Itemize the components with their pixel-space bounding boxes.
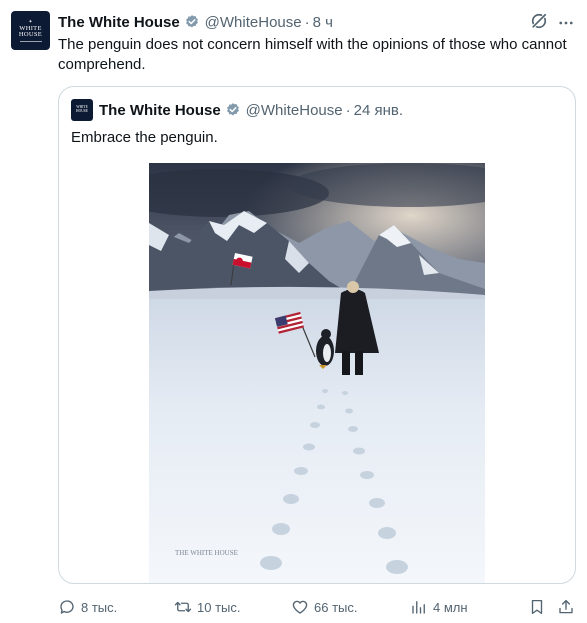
tweet-header: The White House @WhiteHouse · 8 ч bbox=[58, 12, 575, 32]
avatar-text-line2: HOUSE bbox=[18, 31, 43, 38]
media-watermark: THE WHITE HOUSE bbox=[175, 549, 238, 557]
bookmark-button[interactable] bbox=[528, 596, 546, 618]
reply-count: 8 тыс. bbox=[81, 599, 118, 615]
views-icon bbox=[412, 601, 425, 614]
penguin-snow-illustration: THE WHITE HOUSE bbox=[149, 163, 485, 583]
bookmark-icon bbox=[531, 599, 543, 615]
quoted-author-handle: @WhiteHouse bbox=[245, 101, 343, 119]
crest-icon: ✦ bbox=[28, 19, 33, 25]
quoted-text: Embrace the penguin. bbox=[71, 129, 218, 146]
separator-dot: · bbox=[345, 101, 351, 119]
repost-button[interactable]: 10 тыс. bbox=[174, 596, 240, 618]
repost-count: 10 тыс. bbox=[197, 599, 241, 615]
author-name[interactable]: The White House bbox=[58, 14, 180, 31]
avatar[interactable]: ✦ WHITE HOUSE bbox=[11, 11, 50, 50]
share-icon bbox=[559, 599, 573, 614]
reply-icon bbox=[60, 600, 74, 614]
reply-button[interactable]: 8 тыс. bbox=[58, 596, 117, 618]
share-button[interactable] bbox=[557, 596, 575, 618]
views-button[interactable]: 4 млн bbox=[410, 596, 468, 618]
action-bar: 8 тыс. 10 тыс. 66 тыс. 4 млн bbox=[58, 596, 578, 618]
repost-icon bbox=[174, 601, 192, 613]
more-icon[interactable] bbox=[557, 14, 575, 32]
quoted-header: WHITE HOUSE The White House @WhiteHouse … bbox=[71, 99, 563, 121]
like-button[interactable]: 66 тыс. bbox=[291, 596, 357, 618]
grok-icon[interactable] bbox=[529, 11, 549, 31]
quoted-media-image[interactable]: THE WHITE HOUSE bbox=[149, 163, 485, 583]
like-count: 66 тыс. bbox=[314, 599, 358, 615]
author-handle[interactable]: @WhiteHouse bbox=[205, 14, 302, 31]
quoted-timestamp: 24 янв. bbox=[353, 101, 404, 119]
views-count: 4 млн bbox=[433, 599, 468, 615]
verified-badge-icon bbox=[226, 103, 239, 116]
timestamp[interactable]: 8 ч bbox=[313, 14, 333, 31]
avatar-rule bbox=[19, 40, 42, 42]
separator-dot: · bbox=[304, 13, 310, 31]
tweet: ✦ WHITE HOUSE The White House @WhiteHous… bbox=[0, 0, 587, 623]
quoted-author-name: The White House bbox=[99, 101, 221, 119]
tweet-text: The penguin does not concern himself wit… bbox=[58, 36, 567, 73]
quoted-tweet[interactable]: WHITE HOUSE The White House @WhiteHouse … bbox=[58, 86, 576, 584]
quoted-avatar: WHITE HOUSE bbox=[71, 99, 93, 121]
quoted-avatar-text-line2: HOUSE bbox=[76, 109, 88, 113]
verified-badge-icon bbox=[185, 15, 198, 28]
like-icon bbox=[292, 600, 308, 614]
